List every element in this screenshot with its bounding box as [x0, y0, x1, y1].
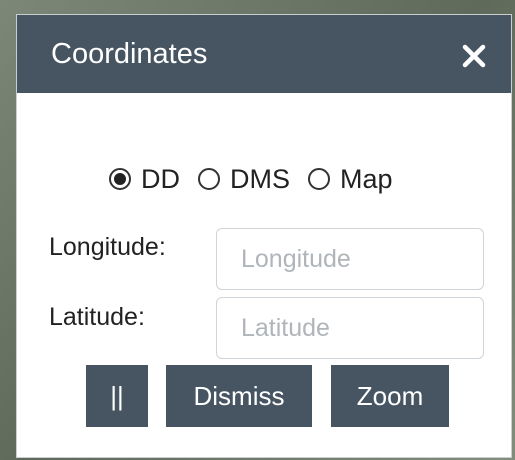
- zoom-button[interactable]: Zoom: [331, 365, 449, 427]
- radio-map-label: Map: [340, 163, 393, 194]
- radio-dd[interactable]: DD: [109, 164, 180, 195]
- dialog-title: Coordinates: [51, 38, 208, 70]
- radio-dd-label: DD: [141, 163, 180, 194]
- longitude-input[interactable]: [216, 228, 484, 290]
- radio-map[interactable]: Map: [308, 164, 393, 195]
- coordinates-dialog: Coordinates DD DMS Map Longitude: Latitu…: [16, 14, 512, 458]
- radio-map-button[interactable]: [308, 168, 330, 190]
- radio-dms-label: DMS: [230, 163, 290, 194]
- longitude-label: Longitude:: [49, 233, 166, 261]
- close-button[interactable]: [459, 41, 489, 71]
- radio-dms[interactable]: DMS: [198, 164, 290, 195]
- dismiss-button[interactable]: Dismiss: [166, 365, 312, 427]
- latitude-input[interactable]: [216, 297, 484, 359]
- close-icon: [462, 44, 486, 68]
- format-radio-group: DD DMS Map: [109, 162, 411, 196]
- pause-button[interactable]: ||: [86, 365, 148, 427]
- radio-dd-button[interactable]: [109, 168, 131, 190]
- latitude-label: Latitude:: [49, 303, 145, 331]
- radio-dms-button[interactable]: [198, 168, 220, 190]
- dialog-titlebar: Coordinates: [17, 15, 511, 93]
